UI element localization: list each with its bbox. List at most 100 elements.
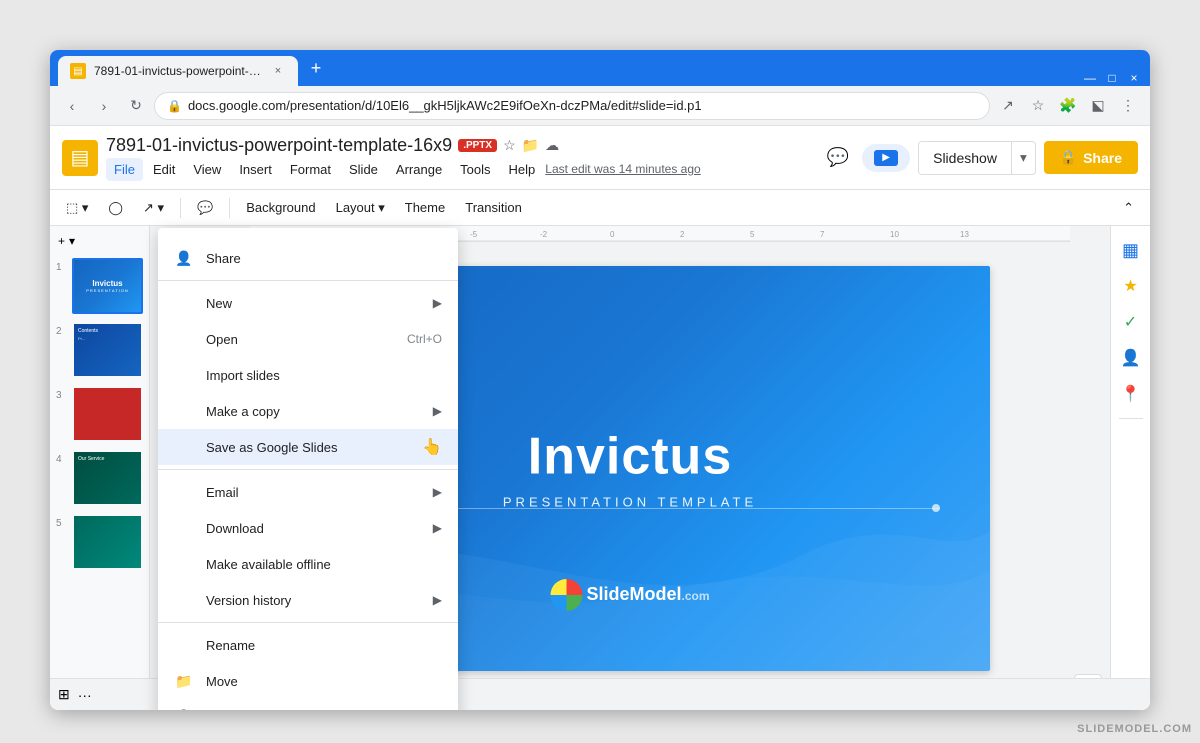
shortcut-icon: ➕: [174, 707, 194, 710]
meet-icon: ▶: [874, 150, 898, 166]
theme-button[interactable]: Theme: [397, 196, 453, 219]
slide-thumb-4: 4 Our Service: [54, 448, 145, 508]
menu-rename-item[interactable]: Rename: [158, 627, 458, 663]
sidebar-maps-btn[interactable]: 📍: [1115, 378, 1147, 410]
sidebar-person-btn[interactable]: 👤: [1115, 342, 1147, 374]
slide-options-btn[interactable]: ▾: [69, 234, 75, 248]
star-icon[interactable]: ☆: [1024, 92, 1052, 120]
folder-icon[interactable]: 📁: [522, 137, 539, 154]
new-icon: [174, 293, 194, 313]
menu-section-share: 👤 Share: [158, 236, 458, 280]
address-actions: ↗ ☆ 🧩 ⬕ ⋮: [994, 92, 1142, 120]
menu-slide[interactable]: Slide: [341, 158, 386, 181]
menu-import-item[interactable]: Import slides: [158, 357, 458, 393]
background-button[interactable]: Background: [238, 196, 323, 219]
menu-save-google-item[interactable]: Save as Google Slides 👆: [158, 429, 458, 465]
active-tab[interactable]: ▤ 7891-01-invictus-powerpoint-te... ×: [58, 56, 298, 86]
toolbar-line-btn[interactable]: ↗ ▾: [135, 196, 172, 220]
menu-shortcut-item[interactable]: ➕ Add shortcut to Drive: [158, 699, 458, 710]
slide-thumb-2: 2 Contents Pr...: [54, 320, 145, 380]
slideshow-dropdown-button[interactable]: ▾: [1011, 142, 1035, 174]
menu-download-item[interactable]: Download ▶: [158, 510, 458, 546]
slide-thumbnail-3[interactable]: [72, 386, 143, 442]
menu-version-item[interactable]: Version history ▶: [158, 582, 458, 618]
menu-icon[interactable]: ⋮: [1114, 92, 1142, 120]
menu-email-item[interactable]: Email ▶: [158, 474, 458, 510]
collapse-toolbar-button[interactable]: ⌃: [1115, 196, 1142, 220]
right-sidebar: ▦ ★ ✓ 👤 📍 +: [1110, 226, 1150, 710]
slide-thumbnail-2[interactable]: Contents Pr...: [72, 322, 143, 378]
version-icon: [174, 590, 194, 610]
last-edit-text[interactable]: Last edit was 14 minutes ago: [545, 162, 700, 176]
menu-format[interactable]: Format: [282, 158, 339, 181]
share-icon: 👤: [174, 248, 194, 268]
slide-thumbnail-5[interactable]: [72, 514, 143, 570]
menu-open-item[interactable]: Open Ctrl+O: [158, 321, 458, 357]
download-arrow-icon: ▶: [433, 521, 442, 535]
slide-thumbnail-4[interactable]: Our Service: [72, 450, 143, 506]
open-shortcut: Ctrl+O: [407, 332, 442, 346]
rename-item-label: Rename: [206, 638, 442, 653]
cloud-icon[interactable]: ☁: [545, 137, 559, 154]
file-name: 7891-01-invictus-powerpoint-template-16x…: [106, 135, 452, 156]
extensions-icon[interactable]: 🧩: [1054, 92, 1082, 120]
menu-insert[interactable]: Insert: [231, 158, 280, 181]
rename-icon: [174, 635, 194, 655]
copy-item-label: Make a copy: [206, 404, 433, 419]
menu-view[interactable]: View: [185, 158, 229, 181]
share-item-label: Share: [206, 251, 442, 266]
slide-thumbnail-1[interactable]: Invictus PRESENTATION: [72, 258, 143, 314]
slideshow-button[interactable]: Slideshow: [919, 142, 1011, 174]
toolbar-select-btn[interactable]: ⬚ ▾: [58, 196, 96, 220]
toolbar: ⬚ ▾ ◯ ↗ ▾ 💬 Background Layout ▾ Theme Tr…: [50, 190, 1150, 226]
menu-new-item[interactable]: New ▶: [158, 285, 458, 321]
more-options-icon[interactable]: ···: [78, 687, 92, 703]
minimize-button[interactable]: —: [1082, 70, 1098, 86]
file-name-row: 7891-01-invictus-powerpoint-template-16x…: [106, 135, 701, 156]
address-bar: ‹ › ↻ 🔒 docs.google.com/presentation/d/1…: [50, 86, 1150, 126]
menu-move-item[interactable]: 📁 Move: [158, 663, 458, 699]
new-tab-button[interactable]: +: [302, 54, 330, 82]
menu-arrange[interactable]: Arrange: [388, 158, 450, 181]
version-arrow-icon: ▶: [433, 593, 442, 607]
reload-button[interactable]: ↻: [122, 92, 150, 120]
maximize-button[interactable]: □: [1104, 70, 1120, 86]
add-slide-btn[interactable]: +: [58, 234, 65, 248]
menu-offline-item[interactable]: Make available offline: [158, 546, 458, 582]
comment-button[interactable]: 💬: [822, 142, 854, 174]
sidebar-slides-btn[interactable]: ▦: [1115, 234, 1147, 266]
transition-button[interactable]: Transition: [457, 196, 530, 219]
menu-share-item[interactable]: 👤 Share: [158, 240, 458, 276]
slide-number-1: 1: [56, 262, 68, 273]
slide-main-content: Invictus PRESENTATION TEMPLATE: [503, 427, 757, 510]
share-button[interactable]: 🔒 Share: [1044, 141, 1138, 174]
sidebar-star-btn[interactable]: ★: [1115, 270, 1147, 302]
menu-copy-item[interactable]: Make a copy ▶: [158, 393, 458, 429]
back-button[interactable]: ‹: [58, 92, 86, 120]
meet-button[interactable]: ▶: [862, 144, 910, 172]
lock-share-icon: 🔒: [1060, 149, 1077, 166]
address-input[interactable]: 🔒 docs.google.com/presentation/d/10El6__…: [154, 92, 990, 120]
forward-button[interactable]: ›: [90, 92, 118, 120]
star-icon[interactable]: ☆: [503, 137, 516, 154]
menu-file[interactable]: File: [106, 158, 143, 181]
profile-icon[interactable]: ⬕: [1084, 92, 1112, 120]
menu-edit[interactable]: Edit: [145, 158, 183, 181]
download-icon: [174, 518, 194, 538]
grid-view-icon[interactable]: ⊞: [58, 686, 70, 703]
offline-item-label: Make available offline: [206, 557, 442, 572]
toolbar-comment-btn[interactable]: 💬: [189, 196, 221, 220]
open-item-label: Open: [206, 332, 407, 347]
layout-button[interactable]: Layout ▾: [328, 196, 393, 220]
email-item-label: Email: [206, 485, 433, 500]
bookmark-icon[interactable]: ↗: [994, 92, 1022, 120]
menu-tools[interactable]: Tools: [452, 158, 498, 181]
slide-panel-header: + ▾: [54, 234, 145, 252]
tab-close-button[interactable]: ×: [270, 63, 286, 79]
toolbar-shape-btn[interactable]: ◯: [100, 196, 131, 220]
close-button[interactable]: ×: [1126, 70, 1142, 86]
menu-help[interactable]: Help: [501, 158, 544, 181]
version-item-label: Version history: [206, 593, 433, 608]
slides-logo-icon: ▤: [71, 145, 90, 170]
sidebar-check-btn[interactable]: ✓: [1115, 306, 1147, 338]
